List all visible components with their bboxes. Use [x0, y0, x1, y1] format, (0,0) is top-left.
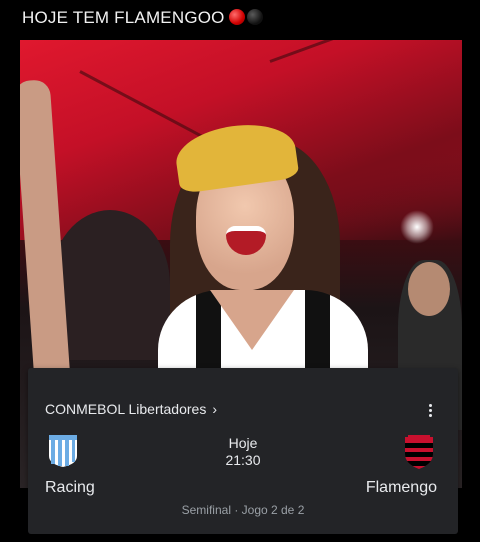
post-header: HOJE TEM FLAMENGOO	[0, 0, 480, 38]
home-team-name[interactable]: Racing	[45, 479, 95, 497]
red-circle-icon	[229, 9, 245, 25]
crowd-person	[50, 210, 170, 360]
post-title: HOJE TEM FLAMENGOO	[22, 8, 225, 27]
chevron-right-icon: ›	[212, 401, 217, 417]
league-name: CONMEBOL Libertadores	[45, 401, 207, 417]
crowd-face	[408, 262, 450, 316]
more-vert-icon[interactable]	[424, 404, 436, 418]
stadium-light	[400, 210, 434, 244]
match-card[interactable]: CONMEBOL Libertadores › Racing Hoje 21:3…	[28, 368, 458, 534]
match-time: 21:30	[225, 452, 261, 468]
fan-neck	[210, 290, 294, 350]
match-stage: Semifinal · Jogo 2 de 2	[181, 503, 305, 517]
match-day: Hoje	[228, 435, 258, 451]
away-team-name[interactable]: Flamengo	[366, 479, 437, 497]
black-circle-icon	[247, 9, 263, 25]
league-link[interactable]: CONMEBOL Libertadores ›	[45, 401, 217, 417]
flamengo-crest-icon[interactable]	[404, 434, 434, 470]
